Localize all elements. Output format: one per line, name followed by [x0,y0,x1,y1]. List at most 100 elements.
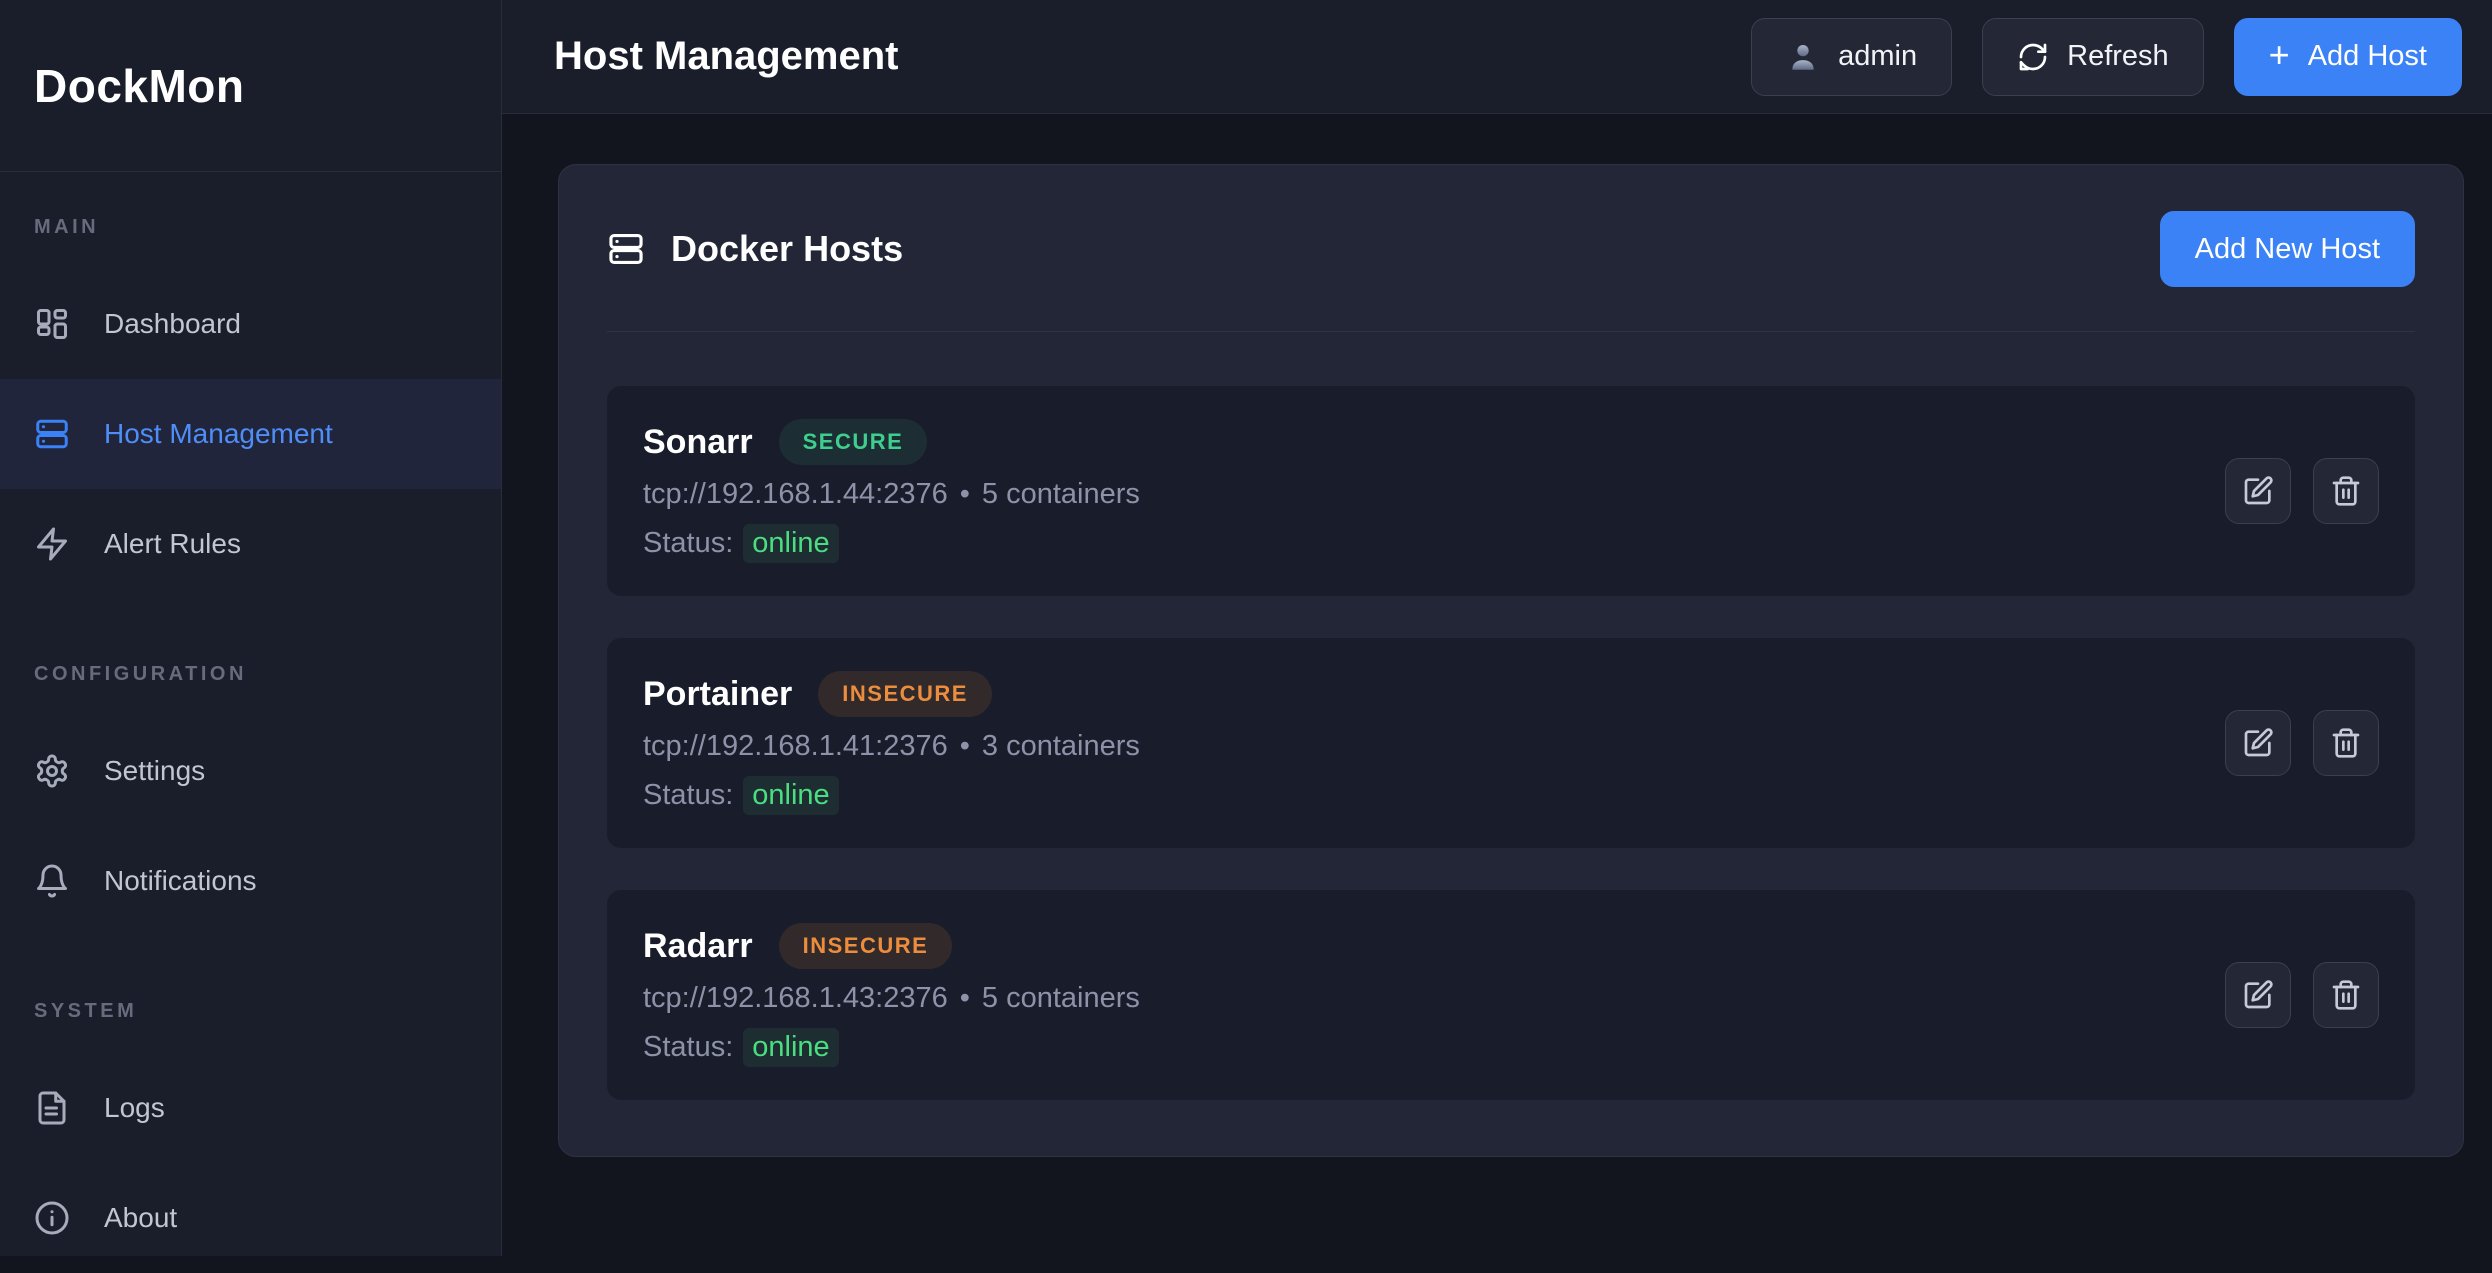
host-list: Sonarr SECURE tcp://192.168.1.44:2376 • … [607,386,2415,1100]
edit-pencil-icon [2242,979,2274,1011]
edit-pencil-icon [2242,475,2274,507]
bell-icon [34,863,70,899]
sidebar-item-label: Host Management [104,418,333,450]
page-title: Host Management [554,34,899,79]
trash-icon [2330,475,2362,507]
trash-icon [2330,727,2362,759]
sidebar-nav: MAIN Dashboard Host Management [0,172,501,1273]
status-badge: online [743,524,838,563]
card-divider [607,331,2415,332]
card-title-label: Docker Hosts [671,228,903,270]
info-icon [34,1200,70,1236]
nav-section-label: MAIN [0,216,501,239]
host-info: Radarr INSECURE tcp://192.168.1.43:2376 … [643,923,1140,1067]
host-containers: 5 containers [982,478,1140,511]
server-icon [607,230,645,268]
host-name: Portainer [643,675,792,714]
host-info: Portainer INSECURE tcp://192.168.1.41:23… [643,671,1140,815]
status-label: Status: [643,1031,733,1064]
delete-host-button[interactable] [2313,962,2379,1028]
card-title: Docker Hosts [607,228,903,270]
status-badge: online [743,1028,838,1067]
top-header: Host Management admin [502,0,2492,114]
host-address-line: tcp://192.168.1.41:2376 • 3 containers [643,730,1140,763]
host-address: tcp://192.168.1.43:2376 [643,982,948,1015]
refresh-button[interactable]: Refresh [1982,18,2204,96]
host-address: tcp://192.168.1.44:2376 [643,478,948,511]
docker-hosts-card: Docker Hosts Add New Host Sonarr SECURE … [558,164,2464,1157]
host-status-line: Status: online [643,776,1140,815]
security-badge: SECURE [779,419,928,465]
host-name: Radarr [643,927,753,966]
nav-section-configuration: CONFIGURATION Settings Notifications [0,663,501,936]
meta-separator: • [960,982,970,1015]
nav-section-system: SYSTEM Logs About [0,1000,501,1273]
main-area: Host Management admin [502,0,2492,1256]
sidebar-item-logs[interactable]: Logs [0,1053,501,1163]
add-host-button[interactable]: + Add Host [2234,18,2462,96]
security-badge: INSECURE [818,671,992,717]
refresh-label: Refresh [2067,40,2169,73]
trash-icon [2330,979,2362,1011]
edit-host-button[interactable] [2225,710,2291,776]
host-containers: 3 containers [982,730,1140,763]
host-actions [2225,458,2379,524]
header-actions: admin Refresh + Add Host [1751,18,2462,96]
host-row-portainer: Portainer INSECURE tcp://192.168.1.41:23… [607,638,2415,848]
delete-host-button[interactable] [2313,710,2379,776]
edit-host-button[interactable] [2225,962,2291,1028]
sidebar-item-label: Alert Rules [104,528,241,560]
sidebar-item-label: Settings [104,755,205,787]
delete-host-button[interactable] [2313,458,2379,524]
host-status-line: Status: online [643,1028,1140,1067]
host-status-line: Status: online [643,524,1140,563]
file-text-icon [34,1090,70,1126]
card-header: Docker Hosts Add New Host [607,211,2415,287]
sidebar-item-about[interactable]: About [0,1163,501,1273]
lightning-icon [34,526,70,562]
host-info: Sonarr SECURE tcp://192.168.1.44:2376 • … [643,419,1140,563]
edit-pencil-icon [2242,727,2274,759]
sidebar-item-label: About [104,1202,177,1234]
user-menu-label: admin [1838,40,1917,73]
host-actions [2225,710,2379,776]
sidebar-item-settings[interactable]: Settings [0,716,501,826]
sidebar-item-label: Notifications [104,865,257,897]
status-badge: online [743,776,838,815]
sidebar-item-notifications[interactable]: Notifications [0,826,501,936]
host-name: Sonarr [643,423,753,462]
host-address-line: tcp://192.168.1.43:2376 • 5 containers [643,982,1140,1015]
sidebar-item-host-management[interactable]: Host Management [0,379,501,489]
sidebar-item-dashboard[interactable]: Dashboard [0,269,501,379]
content-area: Docker Hosts Add New Host Sonarr SECURE … [502,114,2492,1256]
dashboard-grid-icon [34,306,70,342]
add-new-host-button[interactable]: Add New Host [2160,211,2415,287]
meta-separator: • [960,478,970,511]
status-label: Status: [643,779,733,812]
sidebar-item-label: Dashboard [104,308,241,340]
host-actions [2225,962,2379,1028]
plus-icon: + [2269,37,2290,73]
host-row-radarr: Radarr INSECURE tcp://192.168.1.43:2376 … [607,890,2415,1100]
gear-icon [34,753,70,789]
server-icon [34,416,70,452]
host-address-line: tcp://192.168.1.44:2376 • 5 containers [643,478,1140,511]
sidebar: DockMon MAIN Dashboard Host Management [0,0,502,1256]
sidebar-item-label: Logs [104,1092,165,1124]
security-badge: INSECURE [779,923,953,969]
nav-section-label: CONFIGURATION [0,663,501,686]
user-bust-icon [1786,40,1820,74]
add-host-label: Add Host [2308,40,2427,73]
host-row-sonarr: Sonarr SECURE tcp://192.168.1.44:2376 • … [607,386,2415,596]
sidebar-item-alert-rules[interactable]: Alert Rules [0,489,501,599]
app-logo: DockMon [0,0,501,172]
nav-section-main: MAIN Dashboard Host Management [0,216,501,599]
host-address: tcp://192.168.1.41:2376 [643,730,948,763]
meta-separator: • [960,730,970,763]
nav-section-label: SYSTEM [0,1000,501,1023]
status-label: Status: [643,527,733,560]
host-containers: 5 containers [982,982,1140,1015]
edit-host-button[interactable] [2225,458,2291,524]
user-menu-button[interactable]: admin [1751,18,1952,96]
refresh-icon [2017,41,2049,73]
